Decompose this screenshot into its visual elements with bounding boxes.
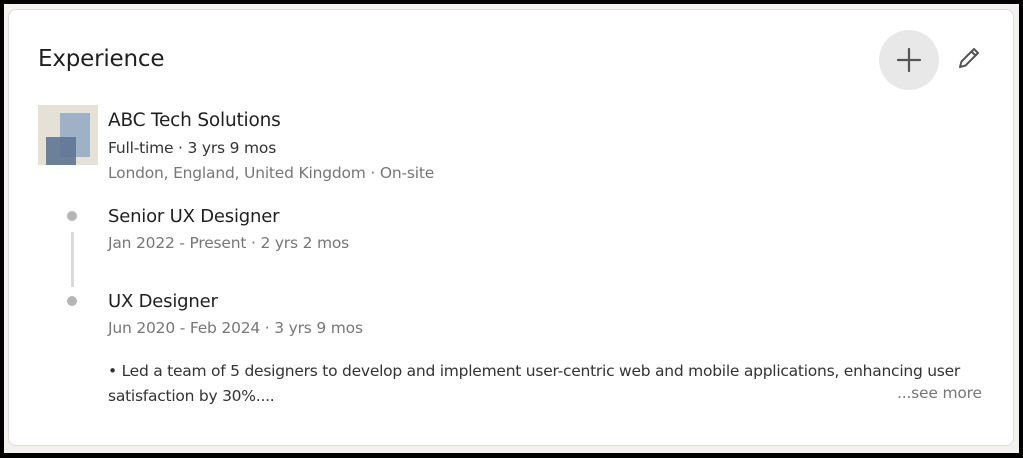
employment-type: Full-time · 3 yrs 9 mos (108, 139, 277, 157)
timeline-line (71, 232, 74, 287)
role-dates: Jun 2020 - Feb 2024 · 3 yrs 9 mos (108, 319, 363, 337)
edit-experience-button[interactable] (951, 40, 987, 76)
page-frame: Experience ABC Tech Solutions Full-time … (4, 4, 1019, 453)
timeline-dot (67, 296, 77, 306)
role-description: • Led a team of 5 designers to develop a… (108, 362, 961, 405)
company-location: London, England, United Kingdom · On-sit… (108, 164, 435, 182)
add-experience-button[interactable] (879, 30, 939, 90)
see-more-link[interactable]: ...see more (897, 384, 982, 402)
role-title: Senior UX Designer (108, 206, 280, 227)
plus-icon (896, 47, 922, 73)
company-logo[interactable] (38, 105, 98, 165)
section-title: Experience (38, 46, 165, 72)
pencil-icon (959, 48, 979, 68)
company-name[interactable]: ABC Tech Solutions (108, 110, 281, 131)
experience-card: Experience ABC Tech Solutions Full-time … (8, 9, 1014, 446)
role-dates: Jan 2022 - Present · 2 yrs 2 mos (108, 234, 350, 252)
role-title: UX Designer (108, 291, 218, 312)
timeline-dot (67, 211, 77, 221)
